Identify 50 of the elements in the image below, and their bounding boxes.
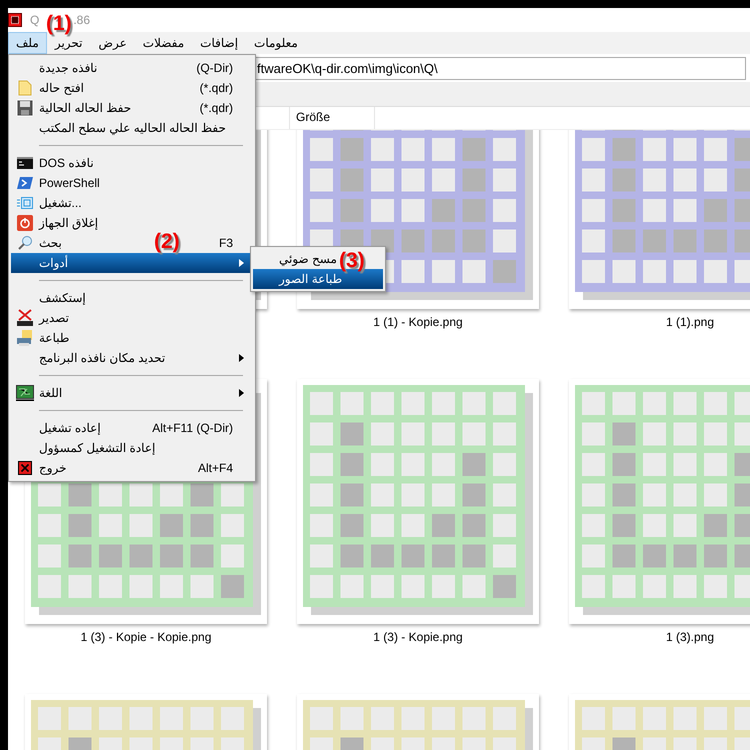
shortcut-label: (*.qdr): [200, 101, 233, 115]
menu-bar-item[interactable]: عرض: [90, 32, 135, 54]
menu-item[interactable]: إعاده تشغيل: [39, 421, 101, 435]
circuit-board-icon: [16, 385, 34, 401]
menu-item[interactable]: بحث: [39, 236, 62, 250]
run-icon: [17, 197, 33, 209]
menu-item[interactable]: حفظ الحاله الحالية: [39, 101, 132, 115]
menu-item[interactable]: طباعة: [39, 331, 70, 345]
printer-icon: [16, 329, 34, 347]
window-title: Q: [30, 13, 40, 27]
shortcut-label: F3: [218, 236, 233, 250]
file-name: 1 (1) - Kopie.png: [373, 315, 463, 331]
menu-item[interactable]: افتح حاله: [39, 81, 84, 95]
menu-item[interactable]: PowerShell: [39, 176, 100, 190]
menu-item[interactable]: أدوات: [11, 253, 253, 273]
menu-bar-item[interactable]: إضافات: [192, 32, 246, 54]
shortcut-label: Alt+F4: [198, 461, 233, 475]
folder-icon: [18, 80, 32, 96]
shortcut-label: Alt+F11 (Q-Dir): [152, 421, 233, 435]
menu-bar-item[interactable]: مفضلات: [134, 32, 192, 54]
menu-item[interactable]: إغلاق الجهاز: [39, 216, 98, 230]
step-number-label: (2): [154, 230, 180, 254]
shell-icon: [17, 177, 33, 189]
file-name: 1 (3) - Kopie - Kopie.png: [80, 630, 212, 646]
power-icon: [17, 215, 33, 231]
menu-item[interactable]: حفظ الحاله الحاليه علي سطح المكتب: [39, 121, 226, 135]
menu-item[interactable]: DOS نافذه: [39, 156, 94, 170]
file-name: 1 (3).png: [666, 630, 714, 646]
file-name: 1 (3) - Kopie.png: [373, 630, 463, 646]
menu-bar-item[interactable]: ملف: [8, 32, 47, 54]
menu-item[interactable]: تحديد مكان نافذه البرنامج: [39, 351, 166, 365]
menu-item[interactable]: خروج: [39, 461, 67, 475]
menu-item[interactable]: اللغة: [39, 386, 62, 400]
close-icon: [18, 461, 32, 475]
shortcut-label: (*.qdr): [200, 81, 233, 95]
export-icon: [16, 309, 34, 327]
menu-item[interactable]: إستكشف: [39, 291, 86, 305]
menu-item[interactable]: مسح ضوئي: [279, 252, 337, 266]
column-header[interactable]: Größe: [289, 107, 375, 129]
menu-item[interactable]: نافذه جديدة: [39, 61, 98, 75]
step-number-label: (1): [46, 12, 72, 36]
file-name: 1 (1).png: [666, 315, 714, 331]
menu-item[interactable]: تصدير: [39, 311, 70, 325]
search-icon: [17, 235, 33, 251]
menu-bar-item[interactable]: معلومات: [246, 32, 306, 54]
shortcut-label: (Q-Dir): [196, 61, 233, 75]
window-title: .86: [73, 13, 90, 27]
terminal-icon: [17, 157, 33, 169]
menu-item[interactable]: تشغيل...: [39, 196, 82, 210]
menu-item[interactable]: إعادة التشغيل كمسؤول: [39, 441, 156, 455]
